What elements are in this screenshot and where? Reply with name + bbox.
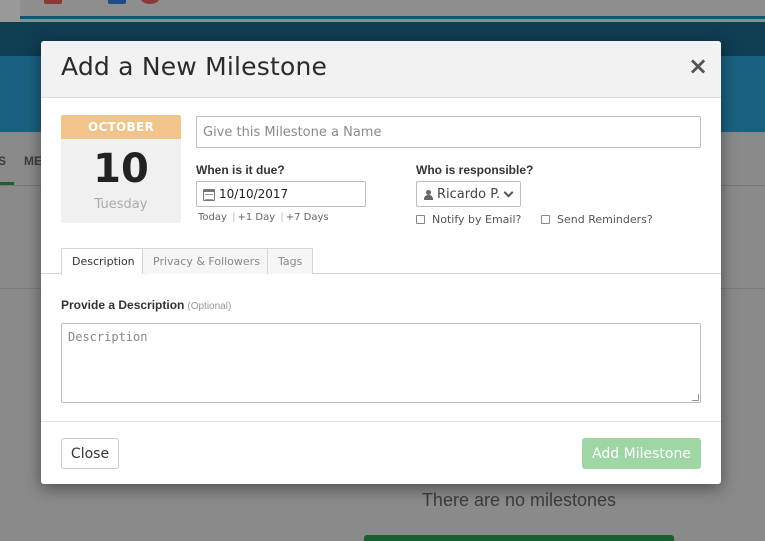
modal-footer: Close Add Milestone — [41, 421, 721, 484]
tab-privacy-followers[interactable]: Privacy & Followers — [142, 248, 271, 274]
app-red-icon — [44, 0, 62, 4]
add-milestone-modal: Add a New Milestone × OCTOBER 10 Tuesday… — [41, 41, 721, 484]
milestone-name-input[interactable] — [196, 116, 701, 148]
due-date-input[interactable] — [219, 182, 364, 206]
calendar-icon — [203, 189, 215, 201]
notify-email-label: Notify by Email? — [432, 213, 522, 226]
app-topbar — [0, 0, 765, 22]
quick-link-separator: | — [232, 212, 236, 223]
app-tab-milestones[interactable]: ME — [24, 154, 42, 168]
tab-tags[interactable]: Tags — [267, 248, 314, 274]
quick-link-today[interactable]: Today — [198, 212, 227, 223]
due-date-field[interactable] — [196, 181, 366, 207]
modal-title: Add a New Milestone — [61, 52, 328, 81]
tab-description[interactable]: Description — [61, 248, 146, 275]
notify-email-checkbox[interactable] — [416, 215, 425, 224]
send-reminders-label: Send Reminders? — [557, 213, 653, 226]
modal-header: Add a New Milestone × — [41, 41, 721, 98]
app-tab-active-underline — [0, 182, 14, 185]
quick-link-plus-1-day[interactable]: +1 Day — [237, 212, 275, 223]
notify-email-option[interactable]: Notify by Email? — [416, 213, 521, 226]
description-optional-hint: (Optional) — [187, 301, 232, 312]
date-card: OCTOBER 10 Tuesday — [61, 115, 181, 223]
empty-state-message: There are no milestones — [421, 490, 617, 510]
app-add-milestone-button[interactable] — [364, 535, 674, 541]
resize-grip-icon[interactable] — [692, 394, 699, 401]
responsible-select[interactable]: Ricardo P. — [416, 181, 521, 207]
app-header-bar — [20, 0, 765, 19]
topbar-corner — [0, 0, 20, 22]
description-textarea[interactable] — [61, 323, 701, 403]
date-weekday: Tuesday — [94, 197, 148, 212]
due-date-label: When is it due? — [196, 163, 285, 177]
close-icon[interactable]: × — [687, 54, 709, 78]
modal-tabs: Description Privacy & Followers Tags — [41, 248, 721, 275]
responsible-label: Who is responsible? — [416, 163, 534, 177]
responsible-value: Ricardo P. — [437, 187, 501, 202]
due-quick-links: Today | +1 Day | +7 Days — [198, 212, 329, 223]
send-reminders-option[interactable]: Send Reminders? — [541, 213, 653, 226]
quick-link-separator: | — [280, 212, 284, 223]
close-button[interactable]: Close — [61, 438, 119, 469]
app-tab-partial[interactable]: S — [0, 154, 6, 168]
description-label: Provide a Description (Optional) — [61, 298, 231, 312]
date-day: 10 — [93, 146, 149, 192]
description-label-text: Provide a Description — [61, 298, 185, 312]
app-blue-icon — [108, 0, 126, 4]
quick-link-plus-7-days[interactable]: +7 Days — [286, 212, 329, 223]
user-icon — [424, 190, 433, 200]
app-red-circle-icon — [140, 0, 160, 4]
chevron-down-icon — [503, 187, 514, 198]
add-milestone-button[interactable]: Add Milestone — [582, 438, 701, 469]
send-reminders-checkbox[interactable] — [541, 215, 550, 224]
date-month: OCTOBER — [61, 115, 181, 139]
